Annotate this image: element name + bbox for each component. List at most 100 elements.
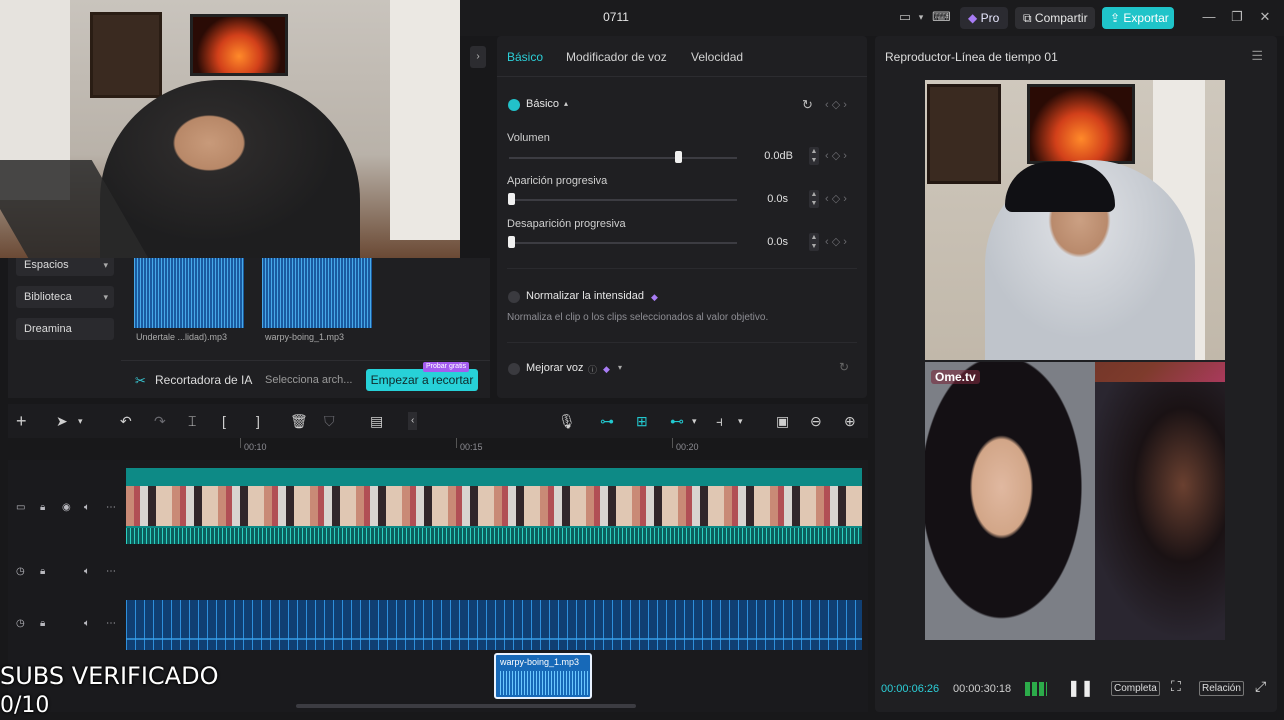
fade-out-slider[interactable] bbox=[509, 242, 737, 244]
volume-slider-knob[interactable] bbox=[675, 151, 682, 163]
more-icon[interactable]: ⋯ bbox=[106, 502, 116, 513]
pro-diamond-icon: ◆ bbox=[651, 292, 658, 302]
media-clip-undertale[interactable] bbox=[134, 258, 244, 328]
lock-icon[interactable]: 🔒︎ bbox=[40, 502, 45, 513]
basic-section-checkbox[interactable] bbox=[508, 99, 520, 111]
tab-modificador-de-voz[interactable]: Modificador de voz bbox=[566, 50, 667, 64]
keyframe-nav-icon[interactable]: ‹ ◇ › bbox=[825, 235, 847, 248]
start-cutting-button[interactable]: Empezar a recortar bbox=[366, 369, 478, 391]
chevron-down-icon[interactable]: ▾ bbox=[692, 412, 697, 430]
overlay-count-text: 0/10 bbox=[0, 693, 50, 718]
volume-value[interactable]: 0.0dB bbox=[735, 146, 797, 166]
pro-button[interactable]: ◆ Pro bbox=[960, 7, 1008, 29]
media-clip-warpy[interactable] bbox=[262, 258, 372, 328]
more-icon[interactable]: ⋯ bbox=[106, 566, 116, 577]
player-title: Reproductor-Línea de tiempo 01 bbox=[885, 50, 1058, 64]
more-icon[interactable]: ⋯ bbox=[106, 618, 116, 629]
minimize-icon[interactable]: — bbox=[1200, 9, 1218, 25]
reset-icon[interactable]: ↻ bbox=[802, 97, 813, 113]
keyframe-nav-icon[interactable]: ‹ ◇ › bbox=[825, 98, 847, 111]
split-icon[interactable]: ⌶ bbox=[188, 412, 196, 430]
crop-icon[interactable]: ⛶ bbox=[1171, 678, 1181, 695]
chevron-down-icon[interactable]: ▾ bbox=[916, 9, 926, 25]
export-button[interactable]: ⇪ Exportar bbox=[1102, 7, 1174, 29]
video-clip[interactable] bbox=[126, 468, 862, 544]
fade-out-slider-knob[interactable] bbox=[508, 236, 515, 248]
info-icon[interactable]: ⓘ bbox=[588, 363, 597, 376]
add-track-icon[interactable]: + bbox=[16, 412, 27, 430]
pause-button[interactable]: ❚❚ bbox=[1067, 678, 1094, 698]
fade-in-slider-knob[interactable] bbox=[508, 193, 515, 205]
audio-clip-undertale[interactable] bbox=[126, 600, 862, 650]
keyframe-nav-icon[interactable]: ‹ ◇ › bbox=[825, 192, 847, 205]
app-window: 0711 ▭ ▾ ⌨ ◆ Pro ⧉ Compartir ⇪ Exportar … bbox=[0, 0, 1284, 720]
audio-clip-warpy[interactable]: warpy-boing_1.mp3 bbox=[494, 653, 592, 699]
caret-up-icon[interactable]: ▴ bbox=[564, 99, 568, 108]
restore-icon[interactable]: ❐ bbox=[1228, 9, 1246, 25]
share-label: Compartir bbox=[1034, 11, 1088, 25]
normalize-checkbox[interactable] bbox=[508, 291, 520, 303]
fade-out-stepper[interactable]: ▲ ▼ bbox=[809, 233, 819, 251]
trim-right-icon[interactable]: ] bbox=[256, 412, 260, 430]
sidebar-item-dreamina[interactable]: Dreamina bbox=[16, 318, 114, 340]
redo-icon[interactable]: ↷ bbox=[154, 412, 166, 430]
sidebar-item-label: Biblioteca bbox=[24, 291, 72, 303]
clock-icon[interactable]: ◷ bbox=[16, 618, 25, 629]
eye-icon[interactable]: ◉ bbox=[62, 502, 71, 513]
fade-in-slider[interactable] bbox=[509, 199, 737, 201]
tab-basico[interactable]: Básico bbox=[507, 50, 543, 64]
sidebar-item-biblioteca[interactable]: Biblioteca ▾ bbox=[16, 286, 114, 308]
normalize-description: Normaliza el clip o los clips selecciona… bbox=[507, 312, 769, 323]
screen-icon[interactable]: ▣ bbox=[776, 412, 789, 430]
sidebar-item-label: Espacios bbox=[24, 259, 69, 271]
speaker-icon[interactable]: 🔈︎ bbox=[84, 502, 90, 513]
auto-snap-icon[interactable]: ⊞ bbox=[636, 412, 648, 430]
fade-in-value[interactable]: 0.0s bbox=[730, 189, 792, 209]
undo-icon[interactable]: ↶ bbox=[120, 412, 132, 430]
microphone-icon[interactable]: 🎙 bbox=[558, 412, 576, 430]
keyframe-nav-icon[interactable]: ‹ ◇ › bbox=[825, 149, 847, 162]
lock-icon[interactable]: 🔒︎ bbox=[40, 566, 45, 577]
fireplace-screen bbox=[1027, 84, 1135, 164]
speaker-icon[interactable]: 🔈︎ bbox=[84, 618, 90, 629]
normalize-label: Normalizar la intensidad bbox=[526, 290, 644, 302]
chevron-down-icon[interactable]: ▾ bbox=[618, 363, 622, 372]
lock-icon[interactable]: 🔒︎ bbox=[40, 618, 45, 629]
menu-icon[interactable]: ☰ bbox=[1251, 48, 1263, 64]
tab-velocidad[interactable]: Velocidad bbox=[691, 50, 743, 64]
fullscreen-icon[interactable]: ⤢ bbox=[1255, 678, 1266, 695]
caption-icon[interactable]: ▤ bbox=[370, 412, 383, 430]
preview-axis-icon[interactable]: ⫞ bbox=[716, 412, 723, 430]
panel-collapse-button[interactable]: › bbox=[470, 46, 486, 68]
speaker-icon[interactable]: 🔈︎ bbox=[84, 566, 90, 577]
magnet-link-icon[interactable]: ⊶ bbox=[600, 412, 614, 430]
delete-icon[interactable]: 🗑 bbox=[290, 412, 308, 430]
layout-icon[interactable]: ▭ bbox=[896, 9, 914, 25]
shield-icon[interactable]: ⛉ bbox=[324, 412, 335, 430]
overlay-subs-text: SUBS VERIFICADO bbox=[0, 662, 219, 690]
cover-icon[interactable]: ▭ bbox=[16, 502, 25, 513]
chevron-down-icon[interactable]: ▾ bbox=[738, 412, 743, 430]
volume-slider[interactable] bbox=[509, 157, 737, 159]
timeline-ruler[interactable]: 00:10 00:15 00:20 bbox=[126, 438, 868, 458]
chevron-down-icon[interactable]: ▾ bbox=[78, 412, 83, 430]
ratio-button[interactable]: Relación bbox=[1199, 681, 1244, 696]
zoom-in-icon[interactable]: ⊕ bbox=[844, 412, 856, 430]
linkage-icon[interactable]: ⊷ bbox=[670, 412, 684, 430]
reset-icon[interactable]: ↻ bbox=[839, 360, 849, 374]
shortcuts-icon[interactable]: ⌨ bbox=[932, 9, 951, 25]
collapse-toolbar-icon[interactable]: ‹ bbox=[408, 412, 418, 430]
clock-icon[interactable]: ◷ bbox=[16, 566, 25, 577]
timeline-scrollbar[interactable] bbox=[296, 704, 636, 708]
enhance-voice-checkbox[interactable] bbox=[508, 363, 520, 375]
share-button[interactable]: ⧉ Compartir bbox=[1015, 7, 1095, 29]
fade-out-value[interactable]: 0.0s bbox=[730, 232, 792, 252]
pro-diamond-icon: ◆ bbox=[603, 364, 610, 374]
full-quality-button[interactable]: Completa bbox=[1111, 681, 1160, 696]
fade-in-stepper[interactable]: ▲ ▼ bbox=[809, 190, 819, 208]
volume-stepper[interactable]: ▲ ▼ bbox=[809, 147, 819, 165]
trim-left-icon[interactable]: [ bbox=[222, 412, 226, 430]
zoom-out-icon[interactable]: ⊖ bbox=[810, 412, 822, 430]
close-icon[interactable]: ✕ bbox=[1256, 9, 1274, 25]
select-pointer-icon[interactable]: ➤ bbox=[56, 412, 68, 430]
